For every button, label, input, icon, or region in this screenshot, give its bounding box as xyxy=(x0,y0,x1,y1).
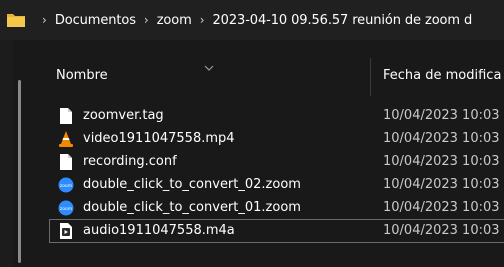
column-header-date[interactable]: Fecha de modifica xyxy=(383,68,501,83)
breadcrumb: › Documentos › zoom › 2023-04-10 09.56.5… xyxy=(0,0,504,40)
breadcrumb-item-zoom[interactable]: zoom xyxy=(157,13,192,28)
file-row[interactable]: zoom double_click_to_convert_01.zoom 10/… xyxy=(50,197,504,219)
breadcrumb-item-documentos[interactable]: Documentos xyxy=(55,13,136,28)
chevron-right-icon: › xyxy=(42,13,47,27)
document-icon xyxy=(58,153,74,171)
svg-text:zoom: zoom xyxy=(60,184,72,189)
audio-file-icon xyxy=(58,222,74,240)
file-name: audio1911047558.m4a xyxy=(83,223,235,238)
file-date: 10/04/2023 10:03 xyxy=(383,108,500,123)
file-row[interactable]: video1911047558.mp4 10/04/2023 10:03 xyxy=(50,128,504,150)
file-name: recording.conf xyxy=(83,154,177,169)
document-icon xyxy=(58,107,74,125)
navigation-pane-edge xyxy=(0,40,14,267)
file-date: 10/04/2023 10:03 xyxy=(383,131,500,146)
file-row-selected[interactable]: audio1911047558.m4a 10/04/2023 10:03 xyxy=(49,219,504,243)
file-row[interactable]: zoom double_click_to_convert_02.zoom 10/… xyxy=(50,174,504,196)
scrollbar[interactable] xyxy=(18,80,21,263)
column-header-row: Nombre Fecha de modifica xyxy=(40,40,504,96)
file-name: double_click_to_convert_01.zoom xyxy=(83,200,301,215)
file-explorer-window: › Documentos › zoom › 2023-04-10 09.56.5… xyxy=(0,0,504,267)
sort-chevron-icon xyxy=(204,57,214,71)
file-name: zoomver.tag xyxy=(83,108,164,123)
zoom-icon: zoom xyxy=(58,176,74,194)
svg-text:zoom: zoom xyxy=(60,207,72,212)
column-header-name[interactable]: Nombre xyxy=(56,68,108,83)
file-name: video1911047558.mp4 xyxy=(83,131,235,146)
file-date: 10/04/2023 10:03 xyxy=(383,223,500,238)
column-divider[interactable] xyxy=(370,58,371,96)
file-row[interactable]: zoomver.tag 10/04/2023 10:03 xyxy=(50,105,504,127)
chevron-right-icon: › xyxy=(143,13,149,27)
file-date: 10/04/2023 10:03 xyxy=(383,200,500,215)
file-list-pane: Nombre Fecha de modifica zoomver.tag 10/… xyxy=(0,40,504,267)
folder-icon[interactable] xyxy=(6,12,26,28)
vlc-cone-icon xyxy=(58,130,74,148)
chevron-right-icon: › xyxy=(199,13,205,27)
file-name: double_click_to_convert_02.zoom xyxy=(83,177,301,192)
file-date: 10/04/2023 10:03 xyxy=(383,154,500,169)
file-row[interactable]: recording.conf 10/04/2023 10:03 xyxy=(50,151,504,173)
breadcrumb-item-meeting-folder[interactable]: 2023-04-10 09.56.57 reunión de zoom d xyxy=(213,13,473,28)
file-date: 10/04/2023 10:03 xyxy=(383,177,500,192)
zoom-icon: zoom xyxy=(58,199,74,217)
